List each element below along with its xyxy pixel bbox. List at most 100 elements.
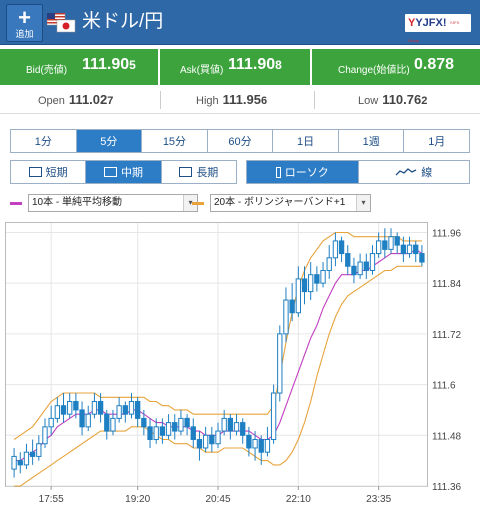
bollinger-select-value: 20本 - ボリンジャーバンド+1	[214, 197, 346, 208]
change-value: 0.878	[414, 56, 455, 73]
candle-body	[338, 240, 345, 255]
low-value: 110.762	[382, 92, 428, 107]
currency-pair-title: 米ドル/円	[82, 11, 164, 32]
app-header: + 追加 米ドル/円 YYJFX! YJFX Group	[0, 0, 480, 45]
tab-range-short-label: 短期	[45, 167, 68, 179]
candle-body	[264, 439, 271, 453]
candle-body	[190, 426, 196, 441]
candle-body	[388, 236, 394, 250]
tab-candlestick-label: ローソク	[284, 167, 329, 179]
candle-body	[215, 430, 221, 445]
candle-body	[128, 400, 135, 415]
tab-candlestick[interactable]: ローソク	[247, 161, 359, 183]
add-button[interactable]: + 追加	[6, 4, 43, 42]
candle-body	[147, 426, 153, 441]
usd-jpy-flags-icon	[47, 13, 76, 33]
add-button-label: 追加	[15, 29, 34, 39]
medium-range-icon	[103, 167, 117, 177]
sma-select[interactable]: 10本 - 単純平均移動 ▾	[28, 194, 198, 212]
low-stat: Low 110.762	[358, 86, 427, 114]
candle-body	[141, 417, 147, 428]
candle-body	[116, 405, 122, 419]
long-range-icon	[179, 167, 193, 177]
candle-body	[332, 240, 339, 259]
candle-body	[221, 417, 227, 432]
ask-label: Ask(買値)	[180, 65, 224, 76]
candle-body	[11, 455, 17, 470]
change-quote: Change(始値比) 0.878	[312, 49, 480, 85]
candle-body	[246, 434, 252, 449]
tab-period-1day[interactable]: 1日	[273, 130, 339, 152]
candle-body	[29, 451, 36, 457]
candle-body	[135, 400, 141, 419]
open-label: Open	[38, 95, 65, 107]
high-label: High	[196, 95, 219, 107]
candle-body	[320, 269, 326, 284]
candle-body	[79, 409, 85, 428]
tab-period-1week[interactable]: 1週	[338, 130, 405, 152]
tab-range-long[interactable]: 長期	[161, 161, 236, 183]
candle-body	[240, 422, 246, 436]
indicator-bollinger: 20本 - ボリンジャーバンド+1 ▾	[192, 194, 371, 212]
x-tick-label: 17:55	[39, 494, 64, 505]
tab-period-1min[interactable]: 1分	[11, 130, 77, 152]
candle-body	[54, 405, 61, 419]
candle-body	[60, 405, 67, 415]
x-tick-label: 22:10	[286, 494, 311, 505]
tab-range-medium[interactable]: 中期	[86, 161, 162, 183]
tab-period-5min[interactable]: 5分	[76, 130, 143, 152]
line-chart-icon	[395, 168, 417, 176]
change-label: Change(始値比)	[338, 65, 410, 76]
price-chart-svg: 111.36 111.48 111.6 111.72 111.84 111.96 17:55…	[5, 222, 462, 505]
y-tick-label: 111.96	[432, 228, 462, 239]
tab-line[interactable]: 線	[358, 161, 469, 183]
x-tick-label: 20:45	[205, 494, 230, 505]
bid-label: Bid(売値)	[26, 65, 68, 76]
low-label: Low	[358, 95, 379, 107]
tab-period-15min[interactable]: 15分	[142, 130, 208, 152]
candle-body	[252, 439, 258, 449]
candle-body	[270, 392, 277, 441]
candle-body	[382, 240, 388, 250]
candle-body	[202, 434, 209, 449]
candle-body	[209, 434, 215, 445]
bollinger-color-swatch	[192, 201, 204, 205]
tab-period-1month[interactable]: 1月	[404, 130, 470, 152]
candle-body	[369, 253, 376, 271]
y-tick-label: 111.72	[432, 330, 462, 341]
tab-range-long-label: 長期	[196, 167, 219, 179]
candle-body	[301, 278, 308, 293]
quote-row: Bid(売値) 111.905 Ask(買値) 111.908 Change(始…	[0, 49, 480, 85]
tab-period-60min[interactable]: 60分	[207, 130, 274, 152]
candle-body	[17, 460, 23, 466]
tab-line-label: 線	[421, 167, 433, 179]
chevron-down-icon: ▾	[356, 195, 370, 211]
candle-body	[196, 439, 203, 449]
candle-body	[308, 274, 314, 293]
open-value: 111.027	[68, 92, 114, 107]
candle-body	[227, 417, 234, 432]
stats-row: Open 111.027 High 111.956 Low 110.762	[0, 86, 480, 114]
price-chart[interactable]: 111.36 111.48 111.6 111.72 111.84 111.96 17:55…	[5, 222, 475, 508]
tab-range-medium-label: 中期	[120, 167, 143, 179]
candle-body	[295, 278, 301, 314]
bollinger-select[interactable]: 20本 - ボリンジャーバンド+1 ▾	[210, 194, 371, 212]
tab-range-short[interactable]: 短期	[11, 161, 87, 183]
open-stat: Open 111.027	[38, 86, 113, 114]
candle-body	[289, 299, 295, 314]
chart-type-tabs: ローソク 線	[246, 160, 470, 184]
ask-value: 111.908	[228, 56, 282, 73]
candle-body	[413, 244, 419, 255]
y-tick-label: 111.36	[432, 482, 462, 493]
candle-body	[314, 274, 320, 284]
divider	[314, 91, 315, 109]
candle-body	[153, 426, 159, 441]
candle-body	[104, 413, 110, 432]
candle-body	[357, 261, 363, 276]
candle-body	[375, 240, 382, 255]
candle-body	[110, 417, 116, 432]
candle-body	[400, 244, 407, 255]
candle-body	[172, 422, 178, 432]
candle-body	[326, 257, 332, 271]
candle-body	[42, 426, 48, 445]
